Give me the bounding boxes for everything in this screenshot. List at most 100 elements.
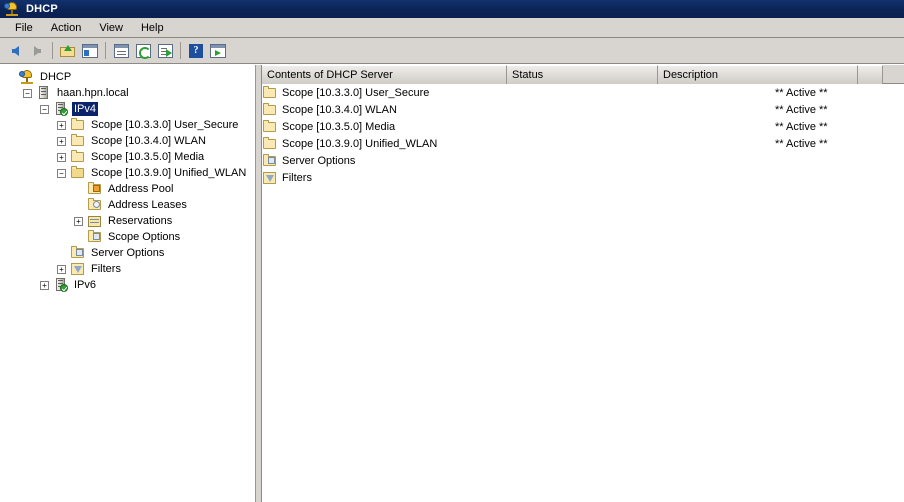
console-tree-icon [82,43,98,58]
tree-node-label: Scope [10.3.3.0] User_Secure [91,119,239,131]
export-icon [157,43,173,58]
tree-node[interactable]: + Filters [0,261,255,277]
collapse-toggle-icon[interactable]: − [40,104,49,114]
tree-node[interactable]: Scope Options [0,229,255,245]
column-header[interactable]: Contents of DHCP Server [262,65,507,84]
filters-icon [70,261,86,277]
collapse-toggle-icon[interactable]: − [57,168,66,178]
tree-node-label: Server Options [91,247,165,259]
tree-node-label: Filters [91,263,121,275]
export-list-button[interactable] [154,40,176,62]
cell-name: Scope [10.3.3.0] User_Secure [282,86,430,99]
table-row[interactable]: Scope [10.3.3.0] User_Secure ** Active ** [262,84,904,101]
server-options-icon [70,245,86,261]
tree-node[interactable]: + IPv6 [0,277,255,293]
tree-node-label: Address Pool [108,183,174,195]
dhcp-icon [19,69,35,85]
column-header-label: Contents of DHCP Server [267,69,393,81]
column-header-label: Description [663,69,719,81]
cell-name: Filters [282,171,312,184]
table-row[interactable]: Scope [10.3.5.0] Media ** Active ** [262,118,904,135]
back-button[interactable] [4,40,26,62]
show-hide-console-tree-button[interactable] [79,40,101,62]
title-bar: DHCP [0,0,904,18]
table-row[interactable]: Server Options [262,152,904,169]
server-ok-icon [53,101,69,117]
server-icon [36,85,52,101]
menu-item-action[interactable]: Action [42,20,91,36]
refresh-button[interactable] [132,40,154,62]
column-header-label: Status [512,69,544,81]
tree-node[interactable]: DHCP [0,69,255,85]
tree-node[interactable]: + Scope [10.3.5.0] Media [0,149,255,165]
tree-node-label: Scope Options [108,231,181,243]
server-ok-icon [53,277,69,293]
folder-up-icon [60,44,76,58]
tree-node[interactable]: − IPv4 [0,101,255,117]
toolbar-separator [52,42,53,59]
main-split: DHCP − haan.hpn.local − IPv4 + Scope [10.3.3.0… [0,65,904,502]
expand-toggle-icon[interactable]: + [57,152,66,162]
tree-node[interactable]: − haan.hpn.local [0,85,255,101]
folder-icon [262,119,282,135]
folder-icon [262,136,282,152]
folder-icon [70,149,86,165]
tree-node-label: Reservations [108,215,173,227]
expand-toggle-icon[interactable]: + [57,136,66,146]
filters-icon [262,170,282,186]
menu-item-file[interactable]: File [6,20,42,36]
column-header[interactable] [858,65,883,84]
table-row[interactable]: Scope [10.3.9.0] Unified_WLAN ** Active *… [262,135,904,152]
address-pool-icon [87,181,103,197]
expand-toggle-icon[interactable]: + [57,120,66,130]
column-header[interactable]: Status [507,65,658,84]
forward-button[interactable] [26,40,48,62]
console-tree[interactable]: DHCP − haan.hpn.local − IPv4 + Scope [10.3.3.0… [0,65,256,502]
properties-icon [113,43,129,58]
cell-status: ** Active ** [775,120,828,133]
tree-node[interactable]: − Scope [10.3.9.0] Unified_WLAN [0,165,255,181]
show-hide-action-pane-button[interactable] [207,40,229,62]
collapse-toggle-icon[interactable]: − [23,88,32,98]
action-pane-icon [210,43,226,58]
cell-name: Scope [10.3.5.0] Media [282,120,396,133]
toolbar: ? [0,38,904,64]
column-header[interactable]: Description [658,65,858,84]
properties-button[interactable] [110,40,132,62]
table-row[interactable]: Filters [262,169,904,186]
tree-node-label: Scope [10.3.5.0] Media [91,151,205,163]
help-icon: ? [189,43,203,58]
server-options-icon [262,153,282,169]
list-view-body[interactable]: Scope [10.3.3.0] User_Secure ** Active **… [262,84,904,502]
tree-node[interactable]: + Reservations [0,213,255,229]
expand-toggle-icon[interactable]: + [57,264,66,274]
tree-node-label: Address Leases [108,199,187,211]
tree-node-label: IPv4 [72,102,99,116]
folder-icon [70,133,86,149]
table-row[interactable]: Scope [10.3.4.0] WLAN ** Active ** [262,101,904,118]
toolbar-separator [105,42,106,59]
tree-node[interactable]: + Scope [10.3.3.0] User_Secure [0,117,255,133]
refresh-icon [135,43,151,59]
window-title: DHCP [26,3,58,15]
help-button[interactable]: ? [185,40,207,62]
up-one-level-button[interactable] [57,40,79,62]
tree-node[interactable]: Server Options [0,245,255,261]
expand-toggle-icon[interactable]: + [74,216,83,226]
menu-item-help[interactable]: Help [132,20,173,36]
menu-item-view[interactable]: View [90,20,132,36]
cell-name: Scope [10.3.4.0] WLAN [282,103,397,116]
tree-node-label: DHCP [40,71,72,83]
tree-node[interactable]: + Scope [10.3.4.0] WLAN [0,133,255,149]
forward-arrow-icon [33,45,41,56]
menu-bar: File Action View Help [0,18,904,38]
dhcp-icon [4,1,20,17]
tree-node-label: Scope [10.3.4.0] WLAN [91,135,206,147]
tree-node[interactable]: Address Pool [0,181,255,197]
tree-node[interactable]: Address Leases [0,197,255,213]
toolbar-separator [180,42,181,59]
folder-icon [262,85,282,101]
tree-node-label: haan.hpn.local [57,87,129,99]
expand-toggle-icon[interactable]: + [40,280,49,290]
folder-icon [262,102,282,118]
